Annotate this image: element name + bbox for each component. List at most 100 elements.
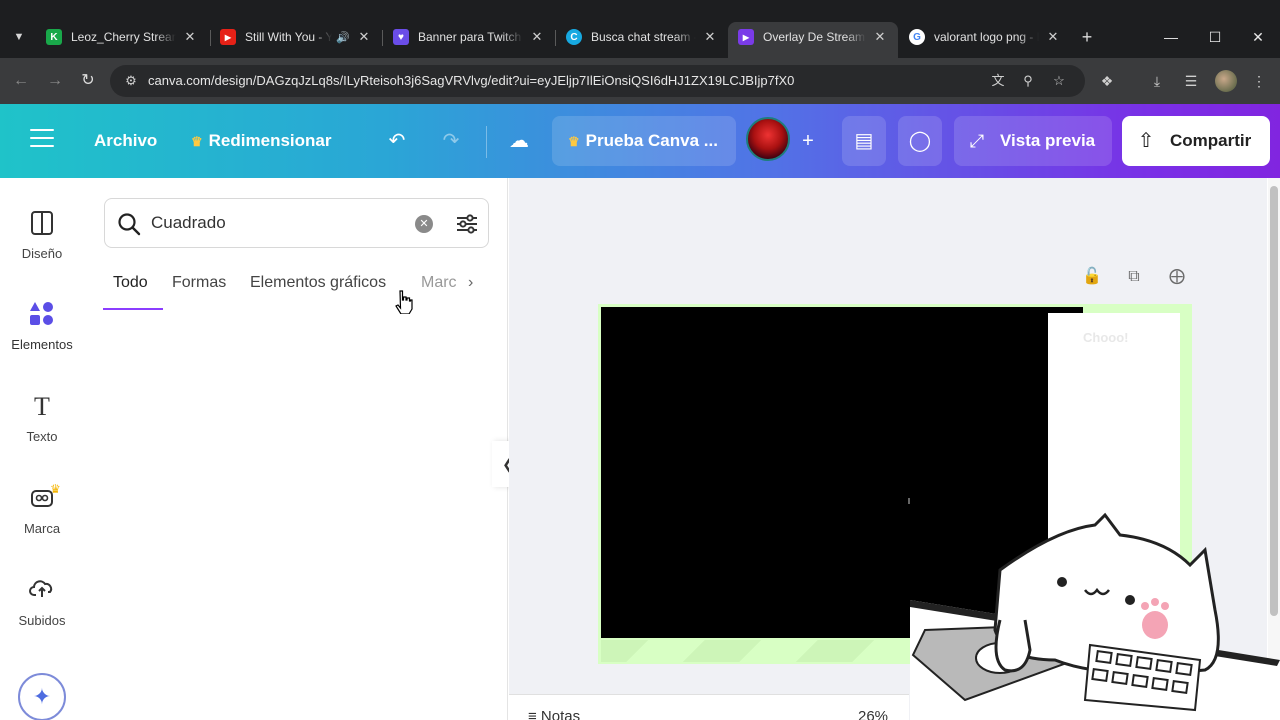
google-icon: G (909, 29, 925, 45)
maximize-icon[interactable]: ☐ (1205, 26, 1225, 48)
rail-item-text[interactable]: T Texto (0, 393, 84, 445)
add-page-icon[interactable]: ⨁ (1166, 266, 1188, 288)
url-text[interactable]: canva.com/design/DAGzqJzLq8s/ILyRteisoh3… (148, 73, 794, 88)
shield-icon: ♥ (393, 29, 409, 45)
redo-icon[interactable]: ↷ (438, 128, 464, 154)
browser-tab-1[interactable]: K Leoz_Cherry Stream - ✕ (36, 22, 208, 52)
file-menu-button[interactable]: Archivo (94, 131, 157, 151)
close-tab-icon[interactable]: ✕ (529, 29, 545, 45)
tab-title: Still With You - Yo (245, 30, 333, 44)
duplicate-page-icon[interactable]: ⧉ (1123, 266, 1145, 288)
active-tab-indicator (103, 308, 163, 310)
tab-todo[interactable]: Todo (113, 274, 148, 292)
bongo-cat-overlay (905, 510, 1280, 720)
tab-elementos-graficos[interactable]: Elementos gráficos (250, 274, 386, 292)
layout-icon (28, 210, 56, 238)
collaborator-avatar[interactable] (746, 117, 790, 161)
browser-tab-active[interactable]: ▶ Overlay De Streaming ✕ (728, 22, 898, 58)
translate-icon[interactable]: 文 (989, 72, 1007, 90)
search-input[interactable] (151, 213, 401, 233)
rail-item-uploads[interactable]: Subidos (0, 577, 84, 628)
browser-toolbar: ← → ↻ ⚙ canva.com/design/DAGzqJzLq8s/ILy… (0, 58, 1280, 104)
crown-icon: ♛ (50, 482, 61, 496)
share-button[interactable]: ⇧ Compartir (1122, 116, 1270, 166)
rail-item-elements[interactable]: Elementos (0, 301, 84, 352)
tab-marcos[interactable]: Marc (421, 274, 457, 292)
minimize-icon[interactable]: — (1161, 26, 1181, 48)
tab-title: Banner para Twitch G (418, 30, 523, 44)
rail-label: Elementos (11, 337, 73, 352)
upload-cloud-icon (28, 577, 56, 605)
resize-button[interactable]: ♛ Redimensionar (191, 131, 331, 151)
magic-sparkle-icon[interactable]: ✦ (18, 673, 66, 720)
media-controls-icon[interactable]: ☰ (1180, 70, 1202, 92)
tab-search-chevron-icon[interactable]: ▼ (8, 24, 30, 50)
try-pro-label: Prueba Canva ... (585, 131, 718, 150)
filter-sliders-icon[interactable] (455, 212, 479, 236)
preview-label: Vista previa (1000, 131, 1096, 150)
audio-playing-icon[interactable]: 🔊 (336, 31, 350, 44)
browser-tab-4[interactable]: C Busca chat stream - C ✕ (556, 22, 728, 52)
canvas-marker (908, 498, 910, 504)
comment-bubble-icon: ◯ (908, 130, 932, 152)
forward-arrow-icon[interactable]: → (44, 70, 66, 92)
tab-title: Busca chat stream - C (591, 30, 696, 44)
extensions-icon[interactable]: ❖ (1096, 70, 1118, 92)
profile-avatar[interactable] (1215, 70, 1237, 92)
cloud-saved-icon[interactable]: ☁ (506, 128, 532, 154)
close-tab-icon[interactable]: ✕ (1045, 29, 1061, 45)
more-menu-icon[interactable]: ⋮ (1248, 70, 1270, 92)
notes-label: Notas (540, 708, 581, 720)
zoom-level[interactable]: 26% (858, 708, 888, 720)
notes-button[interactable]: ≡ Notas (528, 708, 580, 720)
canva-icon: ▶ (738, 29, 754, 45)
undo-icon[interactable]: ↶ (384, 128, 410, 154)
close-tab-icon[interactable]: ✕ (702, 29, 718, 45)
reload-icon[interactable]: ↻ (77, 70, 99, 92)
close-tab-icon[interactable]: ✕ (182, 29, 198, 45)
hamburger-menu-icon[interactable] (30, 129, 54, 151)
browser-tab-6[interactable]: G valorant logo png - B ✕ (899, 22, 1071, 52)
canva-icon: C (566, 29, 582, 45)
rail-label: Subidos (18, 613, 66, 628)
brand-icon: ♛ (28, 482, 61, 513)
resize-label: Redimensionar (208, 131, 332, 150)
add-collaborator-icon[interactable]: + (795, 128, 821, 154)
bookmark-star-icon[interactable]: ☆ (1050, 72, 1068, 90)
search-box[interactable]: ✕ (104, 198, 489, 248)
window-close-icon[interactable]: ✕ (1248, 26, 1268, 48)
youtube-icon: ▶ (220, 29, 236, 45)
new-tab-button[interactable]: + (1077, 26, 1097, 48)
browser-tab-2[interactable]: ▶ Still With You - Yo 🔊 ✕ (210, 22, 382, 52)
rail-item-design[interactable]: Diseño (0, 210, 84, 261)
share-label: Compartir (1170, 131, 1252, 150)
lock-icon[interactable]: 🔓 (1081, 266, 1103, 288)
clear-search-icon[interactable]: ✕ (415, 215, 433, 233)
chevron-right-icon[interactable]: › (468, 274, 473, 292)
search-icon (117, 212, 141, 236)
site-settings-icon[interactable]: ⚙ (122, 72, 140, 90)
browser-tabstrip: ▼ K Leoz_Cherry Stream - ✕ ▶ Still With … (0, 0, 1280, 58)
close-tab-icon[interactable]: ✕ (356, 29, 372, 45)
close-tab-icon[interactable]: ✕ (872, 29, 888, 45)
rail-label: Marca (23, 521, 61, 536)
tab-title: Overlay De Streaming (763, 30, 866, 44)
address-bar[interactable]: ⚙ canva.com/design/DAGzqJzLq8s/ILyRteiso… (110, 65, 1085, 97)
tab-title: Leoz_Cherry Stream - (71, 30, 176, 44)
elements-icon (28, 301, 56, 329)
browser-tab-3[interactable]: ♥ Banner para Twitch G ✕ (383, 22, 555, 52)
notes-icon: ≡ (528, 708, 541, 720)
bar-chart-icon: ▤ (854, 130, 874, 152)
share-upload-icon: ⇧ (1137, 130, 1155, 152)
tab-formas[interactable]: Formas (172, 274, 226, 292)
elements-panel (84, 178, 508, 720)
download-icon[interactable]: ⤓ (1146, 70, 1168, 92)
back-arrow-icon[interactable]: ← (10, 70, 32, 92)
rail-label: Texto (26, 429, 58, 444)
rail-label: Diseño (21, 246, 63, 261)
header-divider (486, 126, 487, 158)
zoom-icon[interactable]: ⚲ (1019, 72, 1037, 90)
tab-title: valorant logo png - B (934, 30, 1039, 44)
faint-text-element[interactable]: Chooo! (1083, 330, 1128, 345)
rail-item-brand[interactable]: ♛ Marca (0, 482, 84, 536)
